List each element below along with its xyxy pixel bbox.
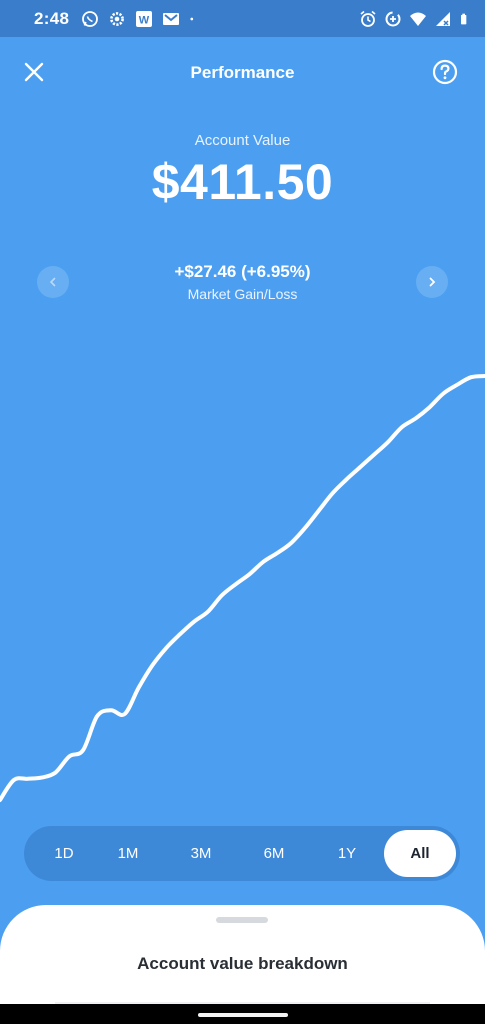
- page-title: Performance: [190, 63, 295, 82]
- svg-text:W: W: [139, 14, 150, 26]
- status-time: 2:48: [34, 8, 70, 28]
- range-option-6m[interactable]: 6M: [238, 830, 310, 877]
- system-icons: [359, 10, 471, 28]
- notification-icons: W: [81, 10, 199, 28]
- market-gain-label: Market Gain/Loss: [187, 286, 298, 302]
- range-option-1d[interactable]: 1D: [28, 830, 100, 877]
- signal-icon: [436, 11, 450, 26]
- performance-line: [0, 374, 485, 802]
- word-icon: W: [136, 10, 153, 27]
- status-bar: 2:48 W: [0, 0, 485, 37]
- range-option-1y[interactable]: 1Y: [311, 830, 383, 877]
- whatsapp-icon: [82, 10, 99, 27]
- help-icon[interactable]: [432, 59, 458, 85]
- range-option-3m[interactable]: 3M: [165, 830, 237, 877]
- chevron-right-icon: [429, 277, 436, 287]
- range-option-all[interactable]: All: [384, 830, 456, 877]
- battery-icon: [461, 13, 467, 24]
- sheet-title: Account value breakdown: [137, 954, 348, 973]
- account-value: $411.50: [151, 154, 334, 210]
- settings-icon: [110, 11, 125, 26]
- wifi-icon: [410, 12, 426, 26]
- next-button[interactable]: [416, 266, 448, 298]
- header: Performance: [0, 37, 485, 107]
- mail-icon: [163, 12, 180, 25]
- performance-chart: [0, 374, 485, 802]
- data-saver-icon: [385, 11, 401, 26]
- market-gain-value: +$27.46 (+6.95%): [174, 262, 311, 281]
- sheet-handle[interactable]: [216, 917, 268, 923]
- time-range-selector: 1D 1M 3M 6M 1Y All: [24, 826, 460, 881]
- range-option-1m[interactable]: 1M: [92, 830, 164, 877]
- alarm-icon: [360, 10, 376, 27]
- dot-icon: [190, 17, 194, 20]
- performance-screen: 2:48 W Performance Account Value $411.50…: [0, 0, 485, 1024]
- home-indicator[interactable]: [198, 1013, 288, 1017]
- system-nav-bar: [0, 1004, 485, 1024]
- account-value-label: Account Value: [194, 132, 291, 149]
